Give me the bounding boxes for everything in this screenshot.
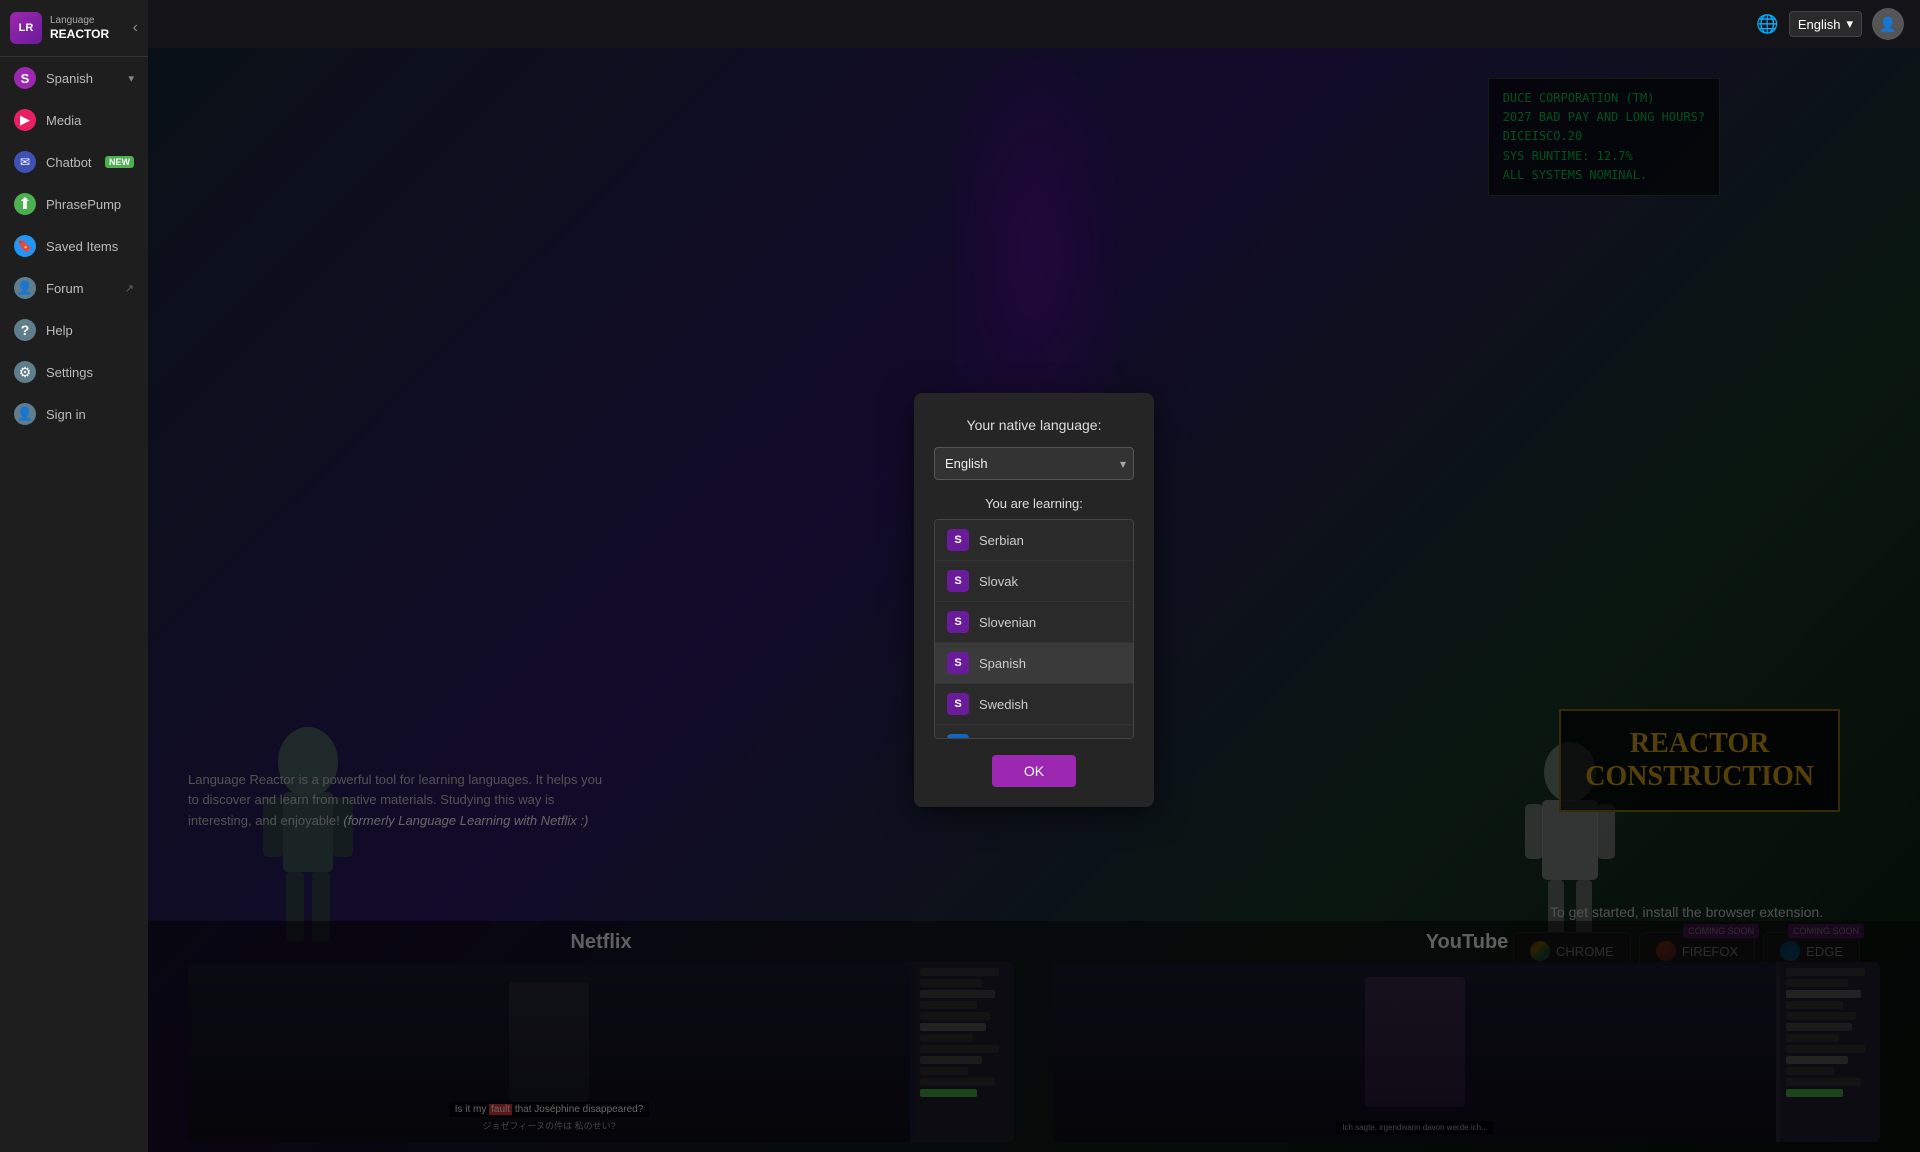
language-badge-s: S bbox=[947, 570, 969, 592]
list-item[interactable]: S Swedish bbox=[935, 684, 1133, 725]
phrasepump-icon: ⬆ bbox=[14, 193, 36, 215]
list-item[interactable]: S Slovenian bbox=[935, 602, 1133, 643]
native-language-select-wrap: English ▾ bbox=[934, 447, 1134, 480]
settings-icon: ⚙ bbox=[14, 361, 36, 383]
list-item[interactable]: S Spanish bbox=[935, 643, 1133, 684]
forum-icon: 👤 bbox=[14, 277, 36, 299]
selected-language: English bbox=[1798, 17, 1841, 32]
list-item[interactable]: S Slovak bbox=[935, 561, 1133, 602]
sidebar-item-saved[interactable]: 🔖 Saved Items bbox=[0, 225, 148, 267]
chatbot-icon: ✉ bbox=[14, 151, 36, 173]
ok-button[interactable]: OK bbox=[992, 755, 1076, 787]
sidebar-item-label: Settings bbox=[46, 365, 93, 380]
sidebar-item-label: Sign in bbox=[46, 407, 86, 422]
media-icon: ▶ bbox=[14, 109, 36, 131]
sidebar-collapse-button[interactable]: ‹ bbox=[133, 19, 138, 37]
globe-icon: 🌐 bbox=[1756, 14, 1778, 35]
main-content: 🌐 English ▾ 👤 DUCE CORPORATION (TM) 2027… bbox=[148, 0, 1920, 1152]
native-language-label: Your native language: bbox=[934, 417, 1134, 433]
learning-label: You are learning: bbox=[934, 496, 1134, 511]
sidebar-item-label: Chatbot bbox=[46, 155, 92, 170]
sidebar-item-spanish[interactable]: S Spanish ▾ bbox=[0, 57, 148, 99]
sidebar-item-settings[interactable]: ⚙ Settings bbox=[0, 351, 148, 393]
sidebar-item-label: Saved Items bbox=[46, 239, 118, 254]
sidebar-item-label: Help bbox=[46, 323, 73, 338]
dropdown-arrow-icon: ▾ bbox=[1846, 16, 1853, 32]
language-badge-s: S bbox=[947, 529, 969, 551]
language-name: Swedish bbox=[979, 697, 1028, 712]
language-dialog: Your native language: English ▾ You are … bbox=[914, 393, 1154, 807]
external-link-icon: ↗ bbox=[125, 282, 134, 295]
language-badge-t: T bbox=[947, 734, 969, 739]
sidebar-header: LR Language REACTOR ‹ bbox=[0, 0, 148, 57]
language-name: Tamil bbox=[979, 738, 1009, 740]
app-logo: LR bbox=[10, 12, 42, 44]
spanish-icon: S bbox=[14, 67, 36, 89]
app-title-bottom: REACTOR bbox=[50, 27, 109, 41]
language-badge-s: S bbox=[947, 652, 969, 674]
sidebar-item-forum[interactable]: 👤 Forum ↗ bbox=[0, 267, 148, 309]
language-selector[interactable]: English ▾ bbox=[1789, 11, 1862, 37]
new-badge: NEW bbox=[105, 156, 134, 168]
sidebar-item-signin[interactable]: 👤 Sign in bbox=[0, 393, 148, 435]
native-language-select[interactable]: English bbox=[934, 447, 1134, 480]
language-name: Slovak bbox=[979, 574, 1018, 589]
saved-icon: 🔖 bbox=[14, 235, 36, 257]
list-item[interactable]: S Serbian bbox=[935, 520, 1133, 561]
sidebar-item-help[interactable]: ? Help bbox=[0, 309, 148, 351]
list-item[interactable]: T Tamil bbox=[935, 725, 1133, 739]
sidebar-item-chatbot[interactable]: ✉ Chatbot NEW bbox=[0, 141, 148, 183]
user-avatar[interactable]: 👤 bbox=[1872, 8, 1904, 40]
background-area: DUCE CORPORATION (TM) 2027 BAD PAY AND L… bbox=[148, 48, 1920, 1152]
language-badge-s: S bbox=[947, 693, 969, 715]
signin-icon: 👤 bbox=[14, 403, 36, 425]
help-icon: ? bbox=[14, 319, 36, 341]
sidebar-item-label: Spanish bbox=[46, 71, 93, 86]
sidebar: LR Language REACTOR ‹ S Spanish ▾ ▶ Medi… bbox=[0, 0, 148, 1152]
topbar: 🌐 English ▾ 👤 bbox=[148, 0, 1920, 48]
language-badge-s: S bbox=[947, 611, 969, 633]
sidebar-item-label: PhrasePump bbox=[46, 197, 121, 212]
chevron-down-icon: ▾ bbox=[128, 72, 134, 85]
app-title: Language REACTOR bbox=[50, 15, 109, 41]
language-list: S Serbian S Slovak S Slovenian bbox=[934, 519, 1134, 739]
sidebar-item-label: Forum bbox=[46, 281, 84, 296]
language-name: Serbian bbox=[979, 533, 1024, 548]
language-name: Spanish bbox=[979, 656, 1026, 671]
language-name: Slovenian bbox=[979, 615, 1036, 630]
app-title-top: Language bbox=[50, 15, 109, 27]
sidebar-item-label: Media bbox=[46, 113, 81, 128]
sidebar-item-phrasepump[interactable]: ⬆ PhrasePump bbox=[0, 183, 148, 225]
sidebar-item-media[interactable]: ▶ Media bbox=[0, 99, 148, 141]
dialog-overlay: Your native language: English ▾ You are … bbox=[148, 48, 1920, 1152]
